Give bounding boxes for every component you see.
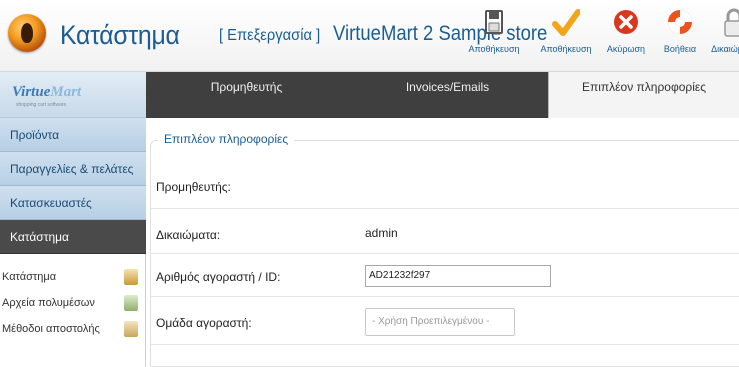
customer-id-label: Αριθμός αγοραστή / ID:	[156, 270, 281, 284]
permissions-value: admin	[365, 226, 398, 240]
page-title: Κατάστημα	[60, 20, 180, 50]
save-close-label: Αποθήκευση	[540, 44, 592, 54]
sidebar-item-label: Προϊόντα	[10, 128, 60, 142]
cancel-label: Ακύρωση	[606, 44, 646, 54]
tab-label: Επιπλέον πληροφορίες	[581, 80, 707, 94]
row-divider	[150, 296, 739, 297]
page-subtitle: [ Επεξεργασία ]	[219, 27, 321, 44]
row-divider	[150, 253, 739, 254]
subitem-label: Κατάστημα	[2, 271, 57, 283]
customer-group-select[interactable]: - Χρήση Προεπιλεγμένου -	[365, 308, 515, 336]
row-divider	[150, 208, 739, 209]
tab-invoices-emails[interactable]: Invoices/Emails	[347, 72, 548, 118]
save-button[interactable]: Αποθήκευση	[464, 8, 524, 68]
media-icon	[124, 295, 138, 311]
save-icon	[480, 8, 508, 38]
tab-label: Invoices/Emails	[405, 80, 490, 94]
logo-main: Virtue	[12, 84, 51, 100]
tab-bar: Προμηθευτής Invoices/Emails Επιπλέον πλη…	[146, 72, 739, 118]
sidebar-subitem-media[interactable]: Αρχεία πολυμέσων	[0, 290, 146, 316]
tab-vendor[interactable]: Προμηθευτής	[146, 72, 347, 118]
permissions-label: Δικαιώματα	[711, 44, 739, 54]
save-label: Αποθήκευση	[468, 44, 520, 54]
customer-group-label: Ομάδα αγοραστή:	[156, 316, 252, 330]
sidebar-item-manufacturers[interactable]: Κατασκευαστές	[0, 186, 146, 220]
subitem-label: Μέθοδοι αποστολής	[2, 323, 100, 335]
sidebar-item-label: Παραγγελίες & πελάτες	[10, 162, 134, 176]
cancel-icon	[612, 8, 640, 38]
sidebar-item-label: Κατάστημα	[10, 230, 69, 244]
customer-id-input[interactable]: AD21232f297	[365, 265, 551, 287]
joomla-logo-icon	[8, 14, 46, 52]
sidebar-subitem-store[interactable]: Κατάστημα	[0, 264, 146, 290]
virtuemart-logo: VirtueMart shopping cart software	[0, 72, 146, 118]
subitem-label: Αρχεία πολυμέσων	[2, 297, 95, 309]
sidebar-item-products[interactable]: Προϊόντα	[0, 118, 146, 152]
vendor-label: Προμηθευτής:	[156, 180, 231, 194]
row-divider	[150, 344, 739, 345]
main-content: Επιπλέον πληροφορίες Προμηθευτής: Δικαιώ…	[146, 118, 739, 367]
help-icon	[666, 8, 694, 38]
sidebar: VirtueMart shopping cart software Προϊόν…	[0, 72, 146, 367]
help-label: Βοήθεια	[663, 44, 697, 54]
header: Κατάστημα [ Επεξεργασία ] VirtueMart 2 S…	[0, 0, 739, 72]
cancel-button[interactable]: Ακύρωση	[596, 8, 656, 68]
logo-tagline: shopping cart software	[16, 102, 67, 108]
tab-label: Προμηθευτής	[210, 80, 283, 94]
lock-icon	[720, 8, 739, 38]
help-button[interactable]: Βοήθεια	[650, 8, 710, 68]
logo-accent: Mart	[50, 84, 82, 100]
permissions-label: Δικαιώματα:	[156, 228, 221, 242]
sidebar-item-store[interactable]: Κατάστημα	[0, 220, 146, 254]
sidebar-item-orders-customers[interactable]: Παραγγελίες & πελάτες	[0, 152, 146, 186]
tab-additional-info[interactable]: Επιπλέον πληροφορίες	[548, 72, 739, 118]
save-close-button[interactable]: Αποθήκευση	[536, 8, 596, 68]
sidebar-item-label: Κατασκευαστές	[10, 196, 92, 210]
shipping-icon	[124, 321, 138, 337]
checkmark-icon	[552, 8, 581, 38]
sidebar-subitem-shipping[interactable]: Μέθοδοι αποστολής	[0, 316, 146, 342]
fieldset-legend: Επιπλέον πληροφορίες	[158, 132, 295, 146]
store-icon	[124, 269, 138, 285]
permissions-button[interactable]: Δικαιώματα	[704, 8, 739, 68]
